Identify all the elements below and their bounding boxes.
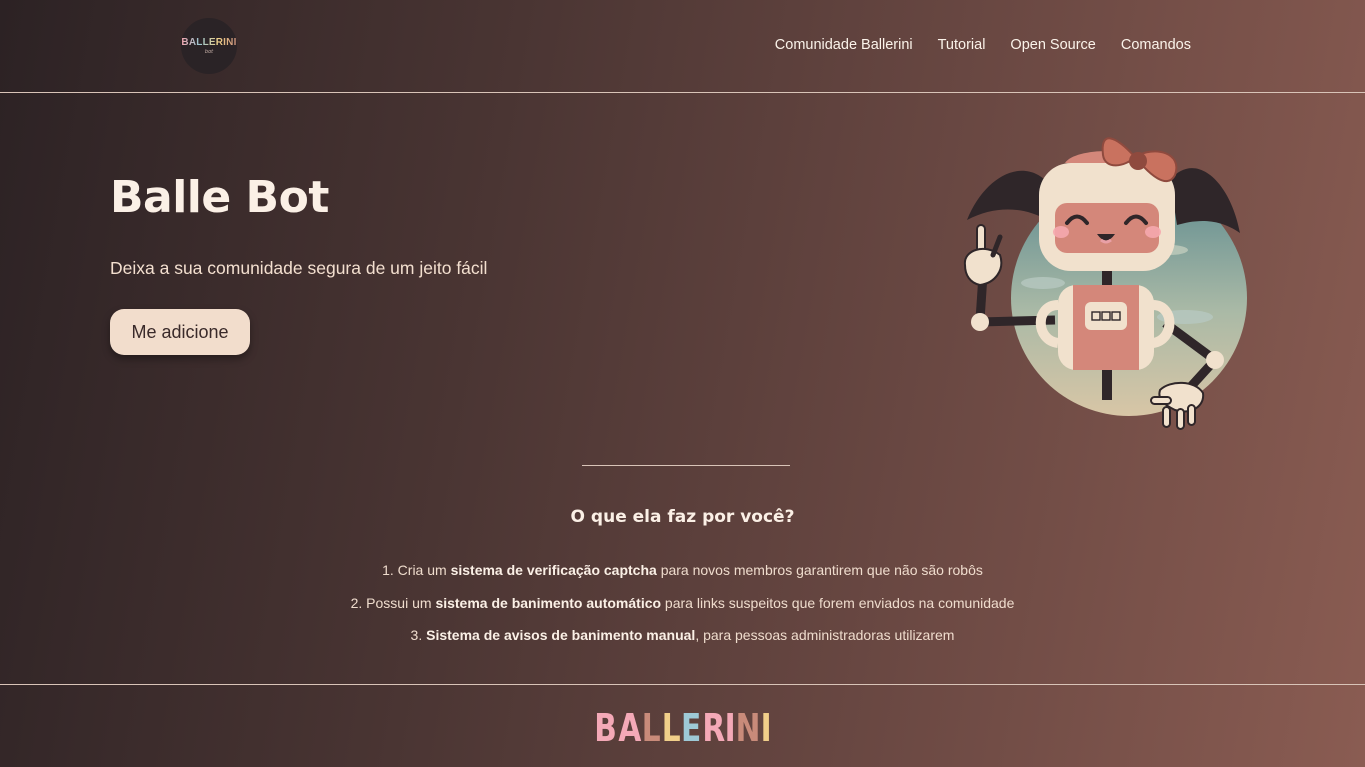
add-bot-button[interactable]: Me adicione	[110, 309, 250, 355]
logo-text: BALLERINI	[181, 37, 237, 48]
brand-letter: N	[735, 706, 762, 750]
left-pigtail	[967, 170, 1050, 220]
logo-subtext: bot	[204, 49, 214, 55]
list-item: 3. Sistema de avisos de banimento manual…	[410, 627, 955, 643]
site-header: BALLERINI bot Comunidade Ballerini Tutor…	[0, 0, 1365, 93]
nav-link-open-source[interactable]: Open Source	[1010, 37, 1095, 53]
nav-link-tutorial[interactable]: Tutorial	[938, 37, 986, 53]
brand-letter: B	[594, 706, 618, 750]
section-title: O que ela faz por você?	[570, 507, 795, 527]
list-item: 2. Possui um sistema de banimento automá…	[350, 594, 1015, 611]
footer-brand-logo: BALLERINI	[0, 704, 1365, 752]
ballerini-logo[interactable]: BALLERINI bot	[181, 18, 237, 74]
main-nav: Comunidade Ballerini Tutorial Open Sourc…	[775, 37, 1191, 53]
brand-letter: L	[661, 706, 681, 750]
brand-letter: L	[642, 706, 662, 750]
nav-link-comunidade[interactable]: Comunidade Ballerini	[775, 37, 913, 53]
nav-link-comandos[interactable]: Comandos	[1121, 37, 1191, 53]
brand-letter: I	[760, 706, 773, 750]
brand-letter: E	[680, 706, 702, 750]
hero-subtitle: Deixa a sua comunidade segura de um jeit…	[110, 258, 488, 278]
hero-title: Balle Bot	[110, 172, 329, 223]
brand-letter: A	[618, 706, 642, 750]
footer-divider	[0, 684, 1365, 685]
robot-illustration	[963, 137, 1247, 430]
brand-letter: R	[702, 706, 726, 750]
list-item: 1. Cria um sistema de verificação captch…	[382, 562, 983, 578]
feature-list: 1. Cria um sistema de verificação captch…	[0, 560, 1365, 658]
left-hand	[963, 224, 1003, 287]
robot-body	[1035, 285, 1175, 370]
section-divider	[582, 465, 790, 466]
